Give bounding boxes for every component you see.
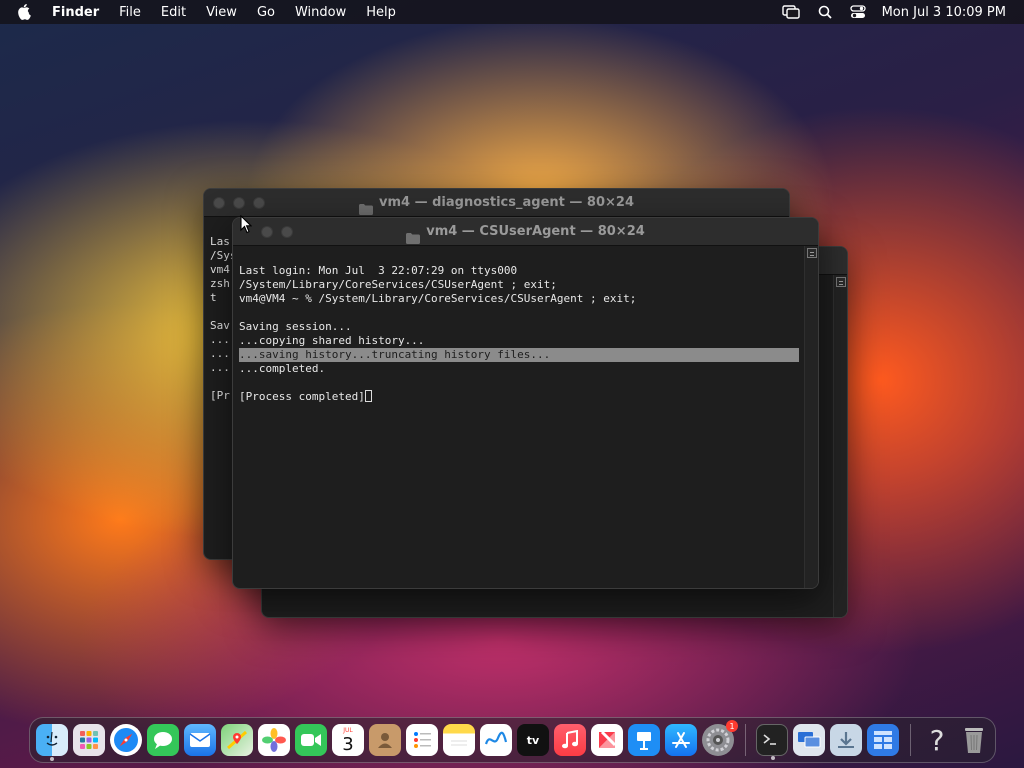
screen-sharing-icon[interactable] — [793, 724, 825, 756]
close-button[interactable] — [213, 196, 225, 209]
terminal-line: [Pr — [210, 389, 230, 402]
messages-icon[interactable] — [147, 724, 179, 756]
apple-icon[interactable] — [18, 4, 36, 20]
scroll-button[interactable] — [836, 277, 846, 287]
freeform-icon[interactable] — [480, 724, 512, 756]
menu-edit[interactable]: Edit — [161, 5, 186, 20]
menu-go[interactable]: Go — [257, 5, 275, 20]
window-title: vm4 — CSUserAgent — 80×24 — [426, 224, 645, 239]
terminal-line: Last login: Mon Jul 3 22:07:29 on ttys00… — [239, 264, 518, 277]
terminal-cursor — [364, 390, 372, 402]
finder-icon[interactable] — [36, 724, 68, 761]
terminal-selected-line[interactable]: ...saving history...truncating history f… — [239, 348, 799, 362]
terminal-line: Las — [210, 235, 230, 248]
menu-window[interactable]: Window — [295, 5, 346, 20]
terminal-line: ...copying shared history... — [239, 334, 425, 347]
folder-icon — [406, 227, 421, 244]
window-grid-icon[interactable] — [867, 724, 899, 756]
menu-clock[interactable]: Mon Jul 3 10:09 PM — [882, 5, 1006, 20]
menu-bar: Finder File Edit View Go Window Help Mon… — [0, 0, 1024, 24]
mouse-pointer-icon — [240, 214, 253, 238]
menu-help[interactable]: Help — [366, 5, 396, 20]
terminal-line: Saving session... — [239, 320, 352, 333]
contacts-icon[interactable] — [369, 724, 401, 756]
dock-separator — [745, 724, 746, 756]
help-icon[interactable]: ? — [921, 723, 953, 757]
terminal-line: vm4 — [210, 263, 230, 276]
downloads-folder-icon[interactable] — [830, 724, 862, 756]
help-label: ? — [929, 723, 945, 757]
scroll-button[interactable] — [807, 248, 817, 258]
safari-icon[interactable] — [110, 724, 142, 756]
terminal-line: [Process completed] — [239, 390, 365, 403]
photos-icon[interactable] — [258, 724, 290, 756]
facetime-icon[interactable] — [295, 724, 327, 756]
folder-icon — [359, 198, 373, 215]
system-settings-icon[interactable]: 1 — [702, 720, 738, 756]
terminal-line: vm4@VM4 ~ % /System/Library/CoreServices… — [239, 292, 637, 305]
terminal-line: t — [210, 291, 217, 304]
mail-icon[interactable] — [184, 724, 216, 756]
terminal-line: ... — [210, 361, 230, 374]
window-titlebar[interactable]: vm4 — CSUserAgent — 80×24 — [233, 218, 818, 246]
terminal-output[interactable]: Last login: Mon Jul 3 22:07:29 on ttys00… — [233, 246, 818, 408]
zoom-button[interactable] — [253, 196, 265, 209]
dock-separator — [910, 724, 911, 756]
scrollbar[interactable] — [804, 246, 818, 588]
music-icon[interactable] — [554, 724, 586, 756]
running-indicator — [50, 757, 54, 761]
terminal-line: ... — [210, 333, 230, 346]
dock: JUL 3 tv 1 ? — [29, 717, 996, 763]
terminal-line: ...completed. — [239, 362, 326, 375]
calendar-icon[interactable]: JUL 3 — [332, 724, 364, 756]
notification-badge: 1 — [726, 720, 738, 732]
spotlight-search-icon[interactable] — [818, 5, 832, 19]
terminal-line: ... — [210, 347, 230, 360]
apple-tv-label: tv — [526, 733, 540, 747]
calendar-day: 3 — [342, 733, 354, 755]
terminal-line: /System/Library/CoreServices/CSUserAgent… — [239, 278, 557, 291]
reminders-icon[interactable] — [406, 724, 438, 756]
scrollbar[interactable] — [833, 275, 847, 617]
apple-tv-icon[interactable]: tv — [517, 724, 549, 756]
menu-file[interactable]: File — [119, 5, 141, 20]
running-indicator — [771, 756, 775, 760]
notes-icon[interactable] — [443, 724, 475, 756]
trash-icon[interactable] — [958, 724, 990, 756]
app-store-icon[interactable] — [665, 724, 697, 756]
window-title: vm4 — diagnostics_agent — 80×24 — [379, 195, 634, 210]
launchpad-icon[interactable] — [73, 724, 105, 756]
menu-view[interactable]: View — [206, 5, 237, 20]
terminal-window-csuseragent[interactable]: vm4 — CSUserAgent — 80×24 Last login: Mo… — [232, 217, 819, 589]
terminal-line: Sav — [210, 319, 230, 332]
minimize-button[interactable] — [281, 225, 293, 238]
keynote-icon[interactable] — [628, 724, 660, 756]
minimize-button[interactable] — [233, 196, 245, 209]
news-icon[interactable] — [591, 724, 623, 756]
close-button[interactable] — [261, 225, 273, 238]
terminal-line: zsh — [210, 277, 230, 290]
control-center-icon[interactable] — [849, 5, 866, 19]
menu-finder[interactable]: Finder — [52, 5, 99, 20]
screen-mirroring-icon[interactable] — [781, 5, 800, 19]
window-titlebar[interactable]: vm4 — diagnostics_agent — 80×24 — [204, 189, 789, 217]
maps-icon[interactable] — [221, 724, 253, 756]
terminal-icon[interactable] — [756, 724, 788, 760]
